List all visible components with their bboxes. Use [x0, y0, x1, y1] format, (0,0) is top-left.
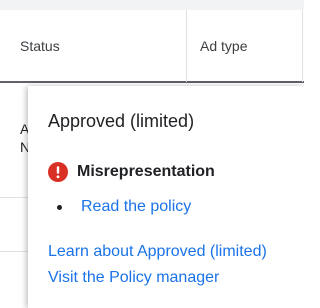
policy-list-item: Read the policy [57, 196, 191, 218]
ad-type-column-header[interactable]: Ad type [200, 37, 247, 55]
status-popover: Approved (limited) Misrepresentation Rea… [28, 86, 304, 308]
policy-issue: Misrepresentation [48, 162, 215, 182]
error-icon [48, 162, 68, 182]
learn-about-link[interactable]: Learn about Approved (limited) [48, 241, 267, 263]
top-strip [0, 0, 304, 10]
column-divider [302, 10, 303, 82]
column-divider [186, 10, 187, 82]
issue-label: Misrepresentation [77, 163, 215, 180]
read-policy-link[interactable]: Read the policy [81, 196, 191, 218]
bullet-icon [57, 204, 62, 210]
status-column-header[interactable]: Status [20, 37, 60, 55]
popover-title: Approved (limited) [48, 111, 195, 131]
page: Status Ad type A N Approved (limited) Mi… [0, 0, 304, 308]
policy-manager-link[interactable]: Visit the Policy manager [48, 267, 219, 289]
